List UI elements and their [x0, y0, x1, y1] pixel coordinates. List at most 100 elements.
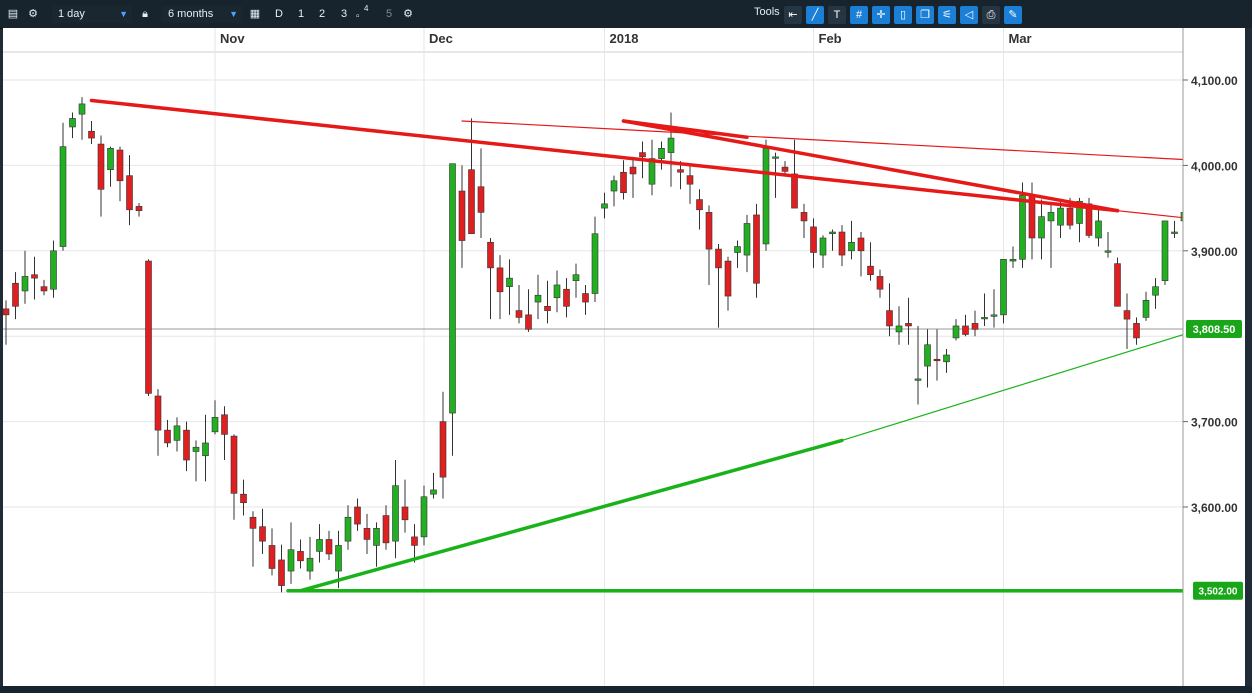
candle-body	[924, 344, 931, 367]
print-icon[interactable]: ⎙	[982, 6, 1000, 24]
candle	[952, 319, 960, 341]
candle-body	[69, 118, 76, 128]
candle	[905, 297, 912, 345]
candle-body	[943, 354, 950, 363]
candle	[734, 240, 741, 268]
candle-body	[667, 137, 675, 153]
period-1-button[interactable]: 1	[292, 5, 310, 23]
candle	[344, 505, 352, 550]
candle	[183, 421, 190, 472]
candle	[591, 216, 599, 303]
trendlines-layer	[89, 98, 1193, 593]
candle	[506, 259, 513, 315]
candle-body	[449, 163, 456, 414]
candle	[31, 256, 38, 300]
candle-body	[715, 248, 722, 269]
candle	[515, 284, 523, 324]
period-2-button[interactable]: 2	[313, 5, 331, 23]
candle-body	[12, 282, 19, 307]
text-tool-icon[interactable]: T	[828, 6, 846, 24]
candle-body	[287, 549, 295, 572]
candle	[933, 329, 941, 381]
period-5-button[interactable]: 5	[380, 5, 398, 23]
candle	[316, 524, 323, 563]
candle-body	[905, 323, 912, 327]
candle	[1123, 293, 1131, 350]
candle	[1095, 209, 1102, 247]
candle	[648, 139, 656, 196]
shape-tool-icon[interactable]: ◁	[960, 6, 978, 24]
candle-body	[506, 277, 513, 287]
candle-body	[1009, 259, 1017, 262]
candle-body	[829, 231, 836, 235]
small-window-icon: ▫	[356, 11, 360, 22]
range-select[interactable]: 6 months ▼	[162, 6, 242, 23]
candle-body	[1104, 250, 1112, 253]
candle	[867, 242, 874, 281]
candle-body	[468, 169, 475, 235]
candle-body	[458, 190, 466, 241]
candle	[21, 250, 29, 304]
line-draw-icon[interactable]: ╱	[806, 6, 824, 24]
candle-body	[990, 314, 998, 317]
candle-body	[411, 536, 418, 546]
settings-gear-icon[interactable]: ⚙	[24, 5, 42, 23]
grid-icon[interactable]: #	[850, 6, 868, 24]
crosshair-icon[interactable]: ✛	[872, 6, 890, 24]
price-chart[interactable]: Nov Dec 2018 Feb Mar 4,100.00 4,000.00 3,900.0…	[2, 28, 1245, 686]
candle-body	[192, 446, 200, 452]
candle-body	[534, 294, 542, 303]
calendar-icon[interactable]: ▦	[246, 5, 264, 23]
back-arrow-icon[interactable]: ⇤	[784, 6, 802, 24]
candle	[876, 269, 884, 298]
period-d-button[interactable]: D	[270, 5, 288, 23]
candle	[354, 498, 361, 531]
chart-settings-gear-icon[interactable]: ⚙	[399, 5, 417, 23]
candle	[97, 135, 105, 217]
current-price-badge: 3,808.50	[1186, 319, 1242, 338]
chevron-down-icon: ▼	[119, 9, 128, 19]
multi-window-icon[interactable]: ❐	[916, 6, 934, 24]
candle-body	[78, 103, 86, 115]
y-tick-label: 3,900.00	[1191, 245, 1238, 259]
candle-body	[1038, 216, 1045, 239]
period-3-button[interactable]: 3	[335, 5, 353, 23]
candle-body	[677, 169, 684, 173]
candle	[325, 530, 333, 560]
interval-select[interactable]: 1 day ▼	[52, 6, 132, 23]
candle	[40, 279, 48, 296]
candle-body	[116, 149, 124, 182]
candle	[382, 505, 390, 550]
candle-body	[211, 417, 219, 433]
lock-icon[interactable]: 🔒︎	[136, 5, 154, 23]
candle-body	[1133, 323, 1140, 339]
candle-body	[914, 378, 922, 381]
candle-body	[753, 214, 760, 284]
candle-body	[240, 493, 247, 504]
candle-body	[335, 545, 342, 572]
candle-body	[430, 489, 437, 495]
candle-body	[857, 237, 865, 252]
candle-body	[601, 203, 608, 209]
candle	[1133, 317, 1140, 345]
period-4-button[interactable]: ▫ 4	[354, 4, 372, 23]
panel-icon[interactable]: ▤	[4, 5, 22, 23]
candle-body	[981, 317, 988, 320]
candle-body	[838, 231, 846, 256]
fib-tool-icon[interactable]: ⚟	[938, 6, 956, 24]
candle-body	[734, 246, 741, 253]
resistance-trendline	[461, 120, 1184, 161]
candle-body	[819, 237, 827, 256]
candle-body	[610, 180, 618, 192]
candle	[401, 479, 409, 533]
candle-tool-icon[interactable]: ▯	[894, 6, 912, 24]
candle-body	[392, 485, 399, 542]
candle-body	[382, 515, 390, 544]
pen-settings-icon[interactable]: ✎	[1004, 6, 1022, 24]
candle	[59, 122, 67, 251]
candle	[1142, 291, 1150, 321]
candle	[430, 472, 437, 499]
candle-body	[1000, 259, 1007, 316]
candle-body	[259, 526, 266, 542]
candle	[753, 203, 760, 298]
